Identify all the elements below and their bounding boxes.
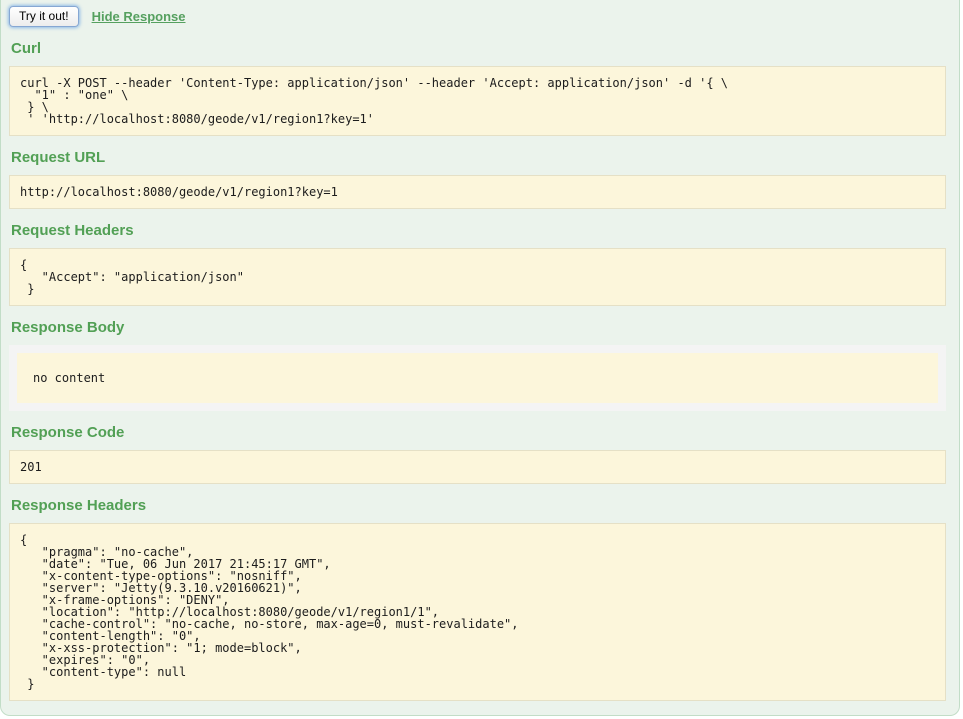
response-body-block: no content <box>17 353 938 403</box>
response-code-heading: Response Code <box>11 424 125 441</box>
toolbar: Try it out! Hide Response <box>1 0 959 27</box>
response-headers-heading: Response Headers <box>11 497 147 514</box>
request-url-block: http://localhost:8080/geode/v1/region1?k… <box>9 175 946 209</box>
hide-response-link[interactable]: Hide Response <box>92 9 186 24</box>
curl-heading: Curl <box>11 40 41 57</box>
response-body-heading: Response Body <box>11 319 125 336</box>
request-headers-block: { "Accept": "application/json" } <box>9 248 946 306</box>
response-body-container: no content <box>9 345 946 411</box>
curl-code-block: curl -X POST --header 'Content-Type: app… <box>9 66 946 136</box>
try-it-out-button[interactable]: Try it out! <box>9 6 79 27</box>
response-headers-block: { "pragma": "no-cache", "date": "Tue, 06… <box>9 523 946 701</box>
request-url-heading: Request URL <box>11 149 106 166</box>
api-response-panel: Try it out! Hide Response Curl curl -X P… <box>0 0 960 716</box>
request-headers-heading: Request Headers <box>11 222 134 239</box>
response-code-block: 201 <box>9 450 946 484</box>
